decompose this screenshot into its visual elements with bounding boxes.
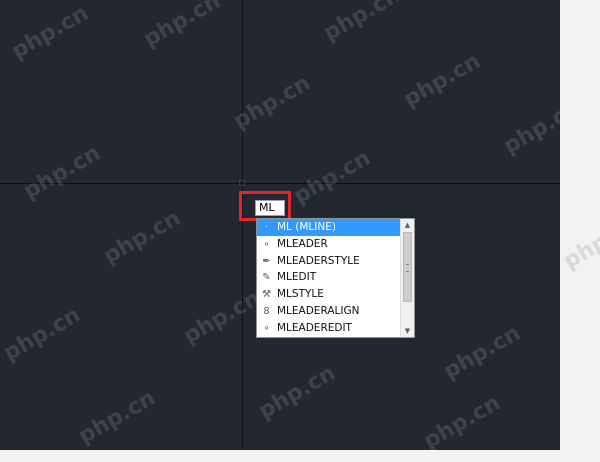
autocomplete-item-mlstyle[interactable]: ⚒ MLSTYLE	[257, 286, 400, 303]
watermark-text: php.cn	[139, 0, 225, 53]
watermark-text: php.cn	[439, 320, 525, 385]
watermark-text: php.cn	[74, 385, 160, 450]
command-input[interactable]: ML	[255, 200, 285, 216]
autocomplete-dropdown[interactable]: · ML (MLINE) ∘ MLEADER ✒ MLEADERSTYLE ✎ …	[256, 218, 415, 338]
watermark-text: php.cn	[499, 95, 560, 160]
autocomplete-item-label: MLEDIT	[277, 271, 317, 284]
crosshair-vertical	[242, 0, 243, 450]
watermark-text: php.cn	[19, 140, 105, 205]
cursor-pickbox	[239, 180, 245, 186]
mleaderalign-icon: 8	[263, 305, 270, 317]
watermark-text: php.cn	[289, 145, 375, 210]
crosshair-horizontal	[0, 183, 560, 184]
autocomplete-item-mleaderedit[interactable]: ∘ MLEADEREDIT	[257, 320, 400, 337]
autocomplete-item-label: MLEADERSTYLE	[277, 254, 360, 267]
autocomplete-item-mleaderalign[interactable]: 8 MLEADERALIGN	[257, 303, 400, 320]
watermark-text: php.cn	[254, 360, 340, 425]
scroll-grip-icon	[406, 264, 409, 272]
watermark-text: php.cn	[559, 210, 600, 275]
mlstyle-icon: ⚒	[262, 289, 271, 301]
mledit-icon: ✎	[262, 272, 271, 284]
dropdown-scrollbar[interactable]: ▲ ▼	[400, 219, 414, 337]
autocomplete-item-label: MLEADEREDIT	[277, 321, 352, 334]
mline-icon: ·	[264, 222, 269, 233]
autocomplete-item-mleader[interactable]: ∘ MLEADER	[257, 236, 400, 253]
scroll-thumb[interactable]	[403, 232, 412, 302]
autocomplete-item-mline[interactable]: · ML (MLINE)	[257, 219, 400, 236]
mleaderedit-icon: ∘	[263, 322, 270, 334]
watermark-text: php.cn	[399, 48, 485, 113]
watermark-text: php.cn	[99, 205, 185, 270]
scroll-down-icon[interactable]: ▼	[401, 325, 414, 337]
autocomplete-item-mleaderstyle[interactable]: ✒ MLEADERSTYLE	[257, 253, 400, 270]
scroll-up-icon[interactable]: ▲	[401, 219, 414, 231]
autocomplete-item-label: MLEADER	[277, 237, 328, 250]
mleaderstyle-icon: ✒	[262, 255, 271, 267]
watermark-text: php.cn	[0, 302, 85, 367]
mleader-icon: ∘	[263, 238, 270, 250]
autocomplete-item-label: ML (MLINE)	[277, 221, 336, 233]
autocomplete-item-label: MLSTYLE	[277, 288, 324, 301]
watermark-text: php.cn	[7, 0, 93, 65]
autocomplete-list: · ML (MLINE) ∘ MLEADER ✒ MLEADERSTYLE ✎ …	[257, 219, 400, 337]
watermark-text: php.cn	[179, 285, 265, 350]
autocomplete-item-mledit[interactable]: ✎ MLEDIT	[257, 269, 400, 286]
autocomplete-item-label: MLEADERALIGN	[277, 304, 360, 317]
watermark-text: php.cn	[319, 0, 405, 47]
watermark-text: php.cn	[419, 390, 505, 450]
